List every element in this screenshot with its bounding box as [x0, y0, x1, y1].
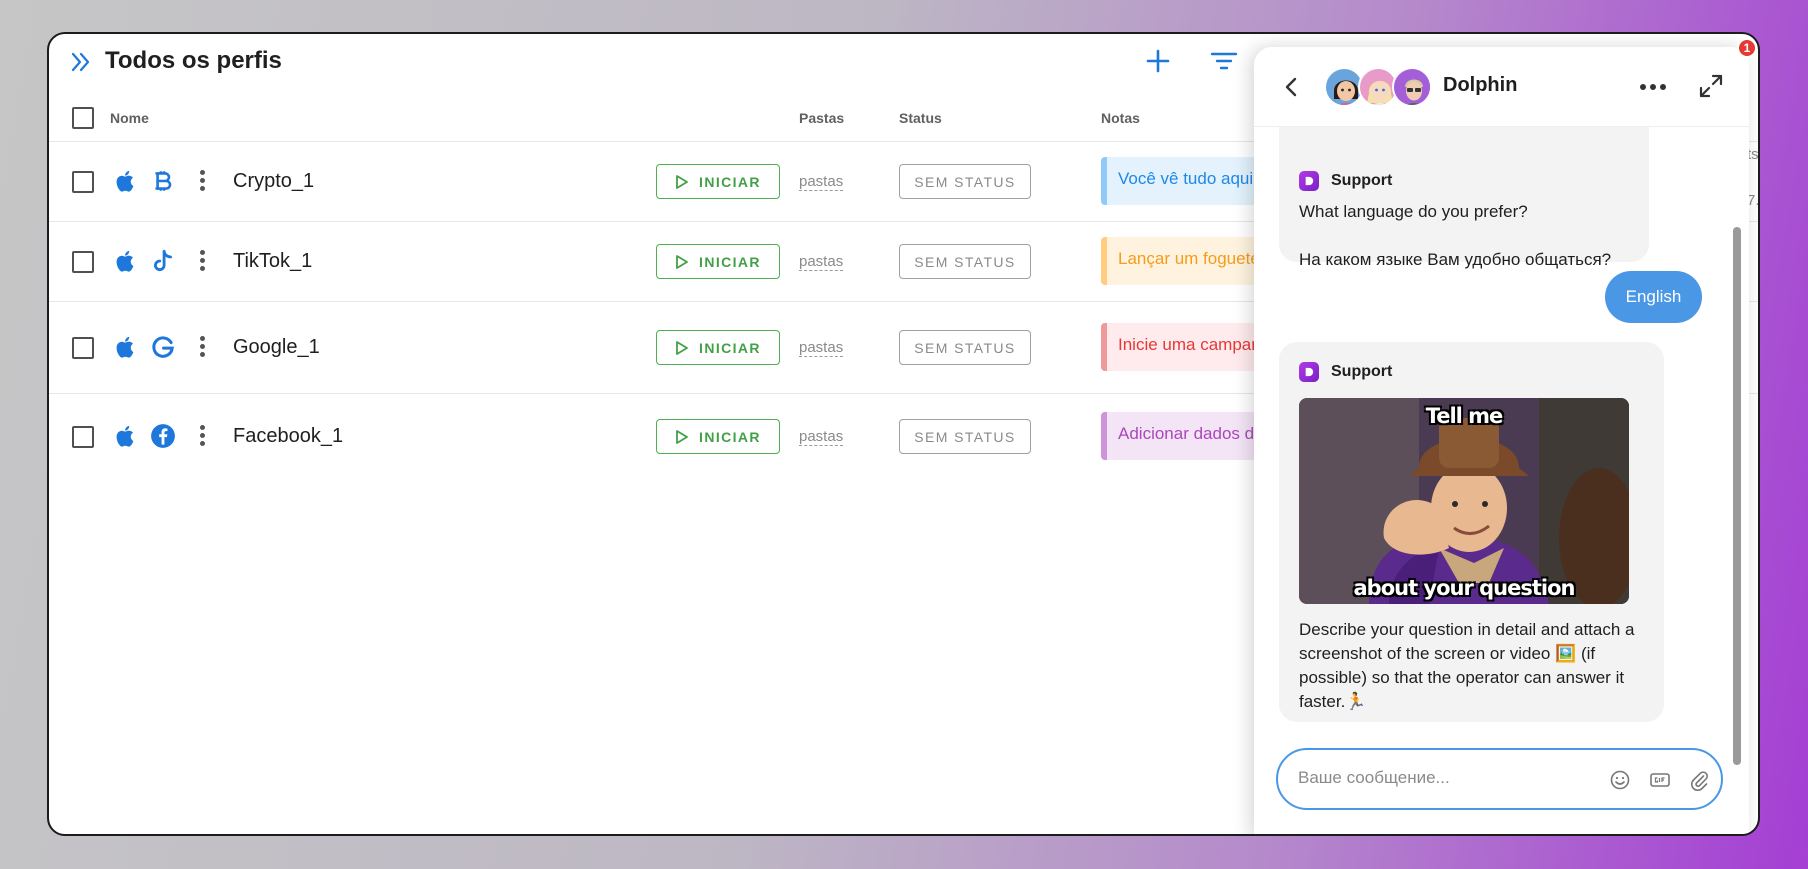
play-icon — [676, 174, 688, 189]
message-sender: Support — [1299, 360, 1644, 384]
user-message: English — [1605, 271, 1702, 323]
maximize-icon[interactable] — [1698, 73, 1724, 99]
status-button[interactable]: SEM STATUS — [899, 419, 1031, 454]
notification-badge[interactable]: 1 — [1737, 38, 1757, 58]
chat-scrollbar[interactable] — [1733, 227, 1741, 765]
filter-icon[interactable] — [1209, 46, 1239, 76]
folders-link[interactable]: pastas — [799, 339, 844, 357]
tiktok-icon — [154, 249, 172, 272]
emoji-icon[interactable] — [1609, 769, 1631, 791]
start-button[interactable]: INICIAR — [656, 244, 780, 279]
select-all-checkbox[interactable] — [72, 107, 94, 129]
row-checkbox[interactable] — [72, 251, 94, 273]
start-button[interactable]: INICIAR — [656, 419, 780, 454]
message-text: What language do you prefer? На каком яз… — [1299, 200, 1639, 272]
support-logo-icon — [1299, 171, 1319, 191]
bitcoin-icon — [155, 171, 172, 191]
message-text: Describe your question in detail and att… — [1299, 620, 1635, 711]
play-icon — [676, 429, 688, 444]
start-button-label: INICIAR — [699, 428, 761, 445]
start-button[interactable]: INICIAR — [656, 330, 780, 365]
profile-name[interactable]: Crypto_1 — [233, 170, 314, 193]
meme-caption-bottom: about your question — [1353, 576, 1575, 600]
status-button[interactable]: SEM STATUS — [899, 164, 1031, 199]
profile-name[interactable]: Facebook_1 — [233, 425, 343, 448]
agent-avatar — [1392, 67, 1432, 107]
message-sender: Support — [1299, 169, 1392, 193]
support-message: Support What language do you prefer? На … — [1279, 107, 1649, 269]
folders-link[interactable]: pastas — [799, 173, 844, 191]
chat-title: Dolphin — [1443, 74, 1518, 96]
column-status[interactable]: Status — [899, 110, 942, 126]
support-chat-panel: Dolphin Support What language do you pre… — [1254, 47, 1749, 834]
gif-icon[interactable] — [1649, 769, 1671, 791]
message-line — [1299, 224, 1639, 248]
start-button[interactable]: INICIAR — [656, 164, 780, 199]
google-icon — [152, 336, 174, 358]
chat-header: Dolphin — [1254, 47, 1749, 127]
play-icon — [676, 254, 688, 269]
apple-icon — [116, 336, 134, 358]
message-composer — [1276, 748, 1723, 810]
play-icon — [676, 340, 688, 355]
meme-caption-top: Tell me — [1425, 404, 1504, 428]
add-profile-icon[interactable] — [1143, 46, 1173, 76]
row-checkbox[interactable] — [72, 337, 94, 359]
apple-icon — [116, 250, 134, 272]
status-button[interactable]: SEM STATUS — [899, 244, 1031, 279]
start-button-label: INICIAR — [699, 339, 761, 356]
sender-name: Support — [1331, 363, 1393, 380]
folders-link[interactable]: pastas — [799, 428, 844, 446]
column-notes[interactable]: Notas — [1101, 110, 1140, 126]
sender-name: Support — [1331, 172, 1393, 189]
status-button[interactable]: SEM STATUS — [899, 330, 1031, 365]
app-window: Todos os perfis Nome Pastas Status Notas… — [47, 32, 1760, 836]
apple-icon — [116, 170, 134, 192]
profile-name[interactable]: Google_1 — [233, 336, 320, 359]
more-vertical-icon[interactable] — [199, 250, 205, 274]
start-button-label: INICIAR — [699, 173, 761, 190]
row-checkbox[interactable] — [72, 426, 94, 448]
more-vertical-icon[interactable] — [199, 425, 205, 449]
back-icon[interactable] — [1282, 75, 1302, 99]
meme-image[interactable]: Tell me about your question — [1299, 398, 1629, 604]
more-horizontal-icon[interactable] — [1638, 75, 1668, 99]
more-vertical-icon[interactable] — [199, 170, 205, 194]
start-button-label: INICIAR — [699, 253, 761, 270]
expand-sidebar-icon[interactable] — [68, 49, 94, 75]
paperclip-icon[interactable] — [1688, 769, 1710, 791]
apple-icon — [116, 425, 134, 447]
page-title: Todos os perfis — [105, 47, 282, 74]
support-message: Support Tell me about your question Desc… — [1279, 342, 1664, 722]
message-input[interactable] — [1298, 768, 1598, 788]
more-vertical-icon[interactable] — [199, 336, 205, 360]
folders-link[interactable]: pastas — [799, 253, 844, 271]
message-line: What language do you prefer? — [1299, 202, 1528, 221]
facebook-icon — [151, 424, 175, 448]
support-logo-icon — [1299, 362, 1319, 382]
message-line: На каком языке Вам удобно общаться? — [1299, 250, 1612, 269]
profile-name[interactable]: TikTok_1 — [233, 250, 312, 273]
row-checkbox[interactable] — [72, 171, 94, 193]
column-name[interactable]: Nome — [110, 110, 149, 126]
column-folders[interactable]: Pastas — [799, 110, 844, 126]
